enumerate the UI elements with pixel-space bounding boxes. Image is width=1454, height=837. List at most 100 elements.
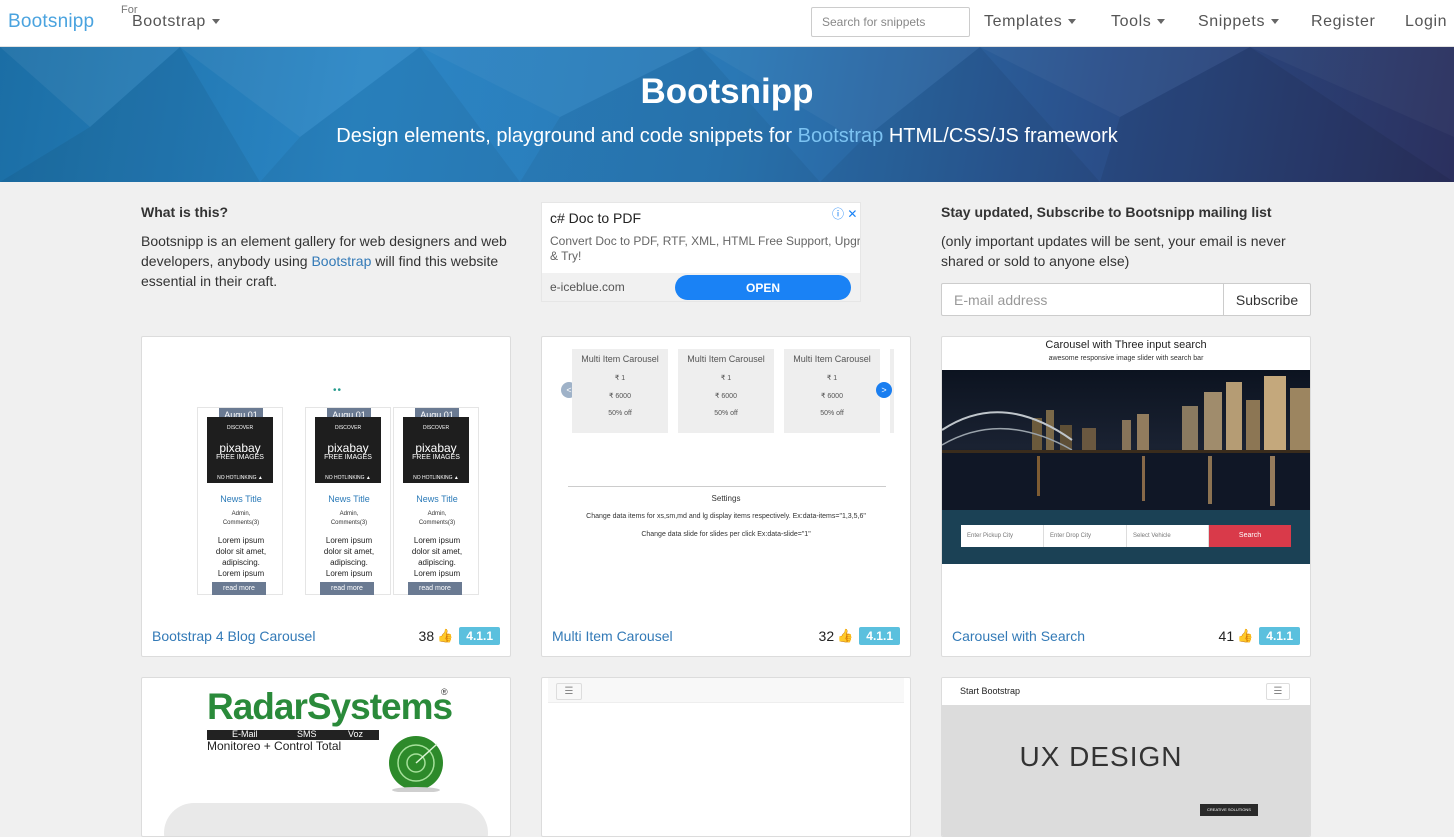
snippet-card-multi-item-carousel[interactable]: < Multi Item Carousel ₹ 1 ₹ 6000 50% off… (541, 336, 911, 657)
card-meta: 32 👍 4.1.1 (819, 627, 900, 645)
blog-meta-comments: Comments(3) (330, 520, 368, 526)
subscribe-title: Stay updated, Subscribe to Bootsnipp mai… (941, 204, 1272, 220)
blog-excerpt: Lorem ipsum dolor sit amet, adipiscing. Lor… (198, 535, 284, 579)
thumbs-up-icon[interactable]: 👍 (837, 628, 853, 644)
ad-domain: e-iceblue.com (550, 280, 625, 294)
about-text: Bootsnipp is an element gallery for web … (141, 231, 516, 291)
search-input[interactable] (811, 7, 970, 37)
snippet-card-blog-carousel[interactable]: •• Augu 01 DISCOVER pixabay FREE IMAGES … (141, 336, 511, 657)
snippets-menu-label: Snippets (1198, 13, 1266, 30)
blog-meta-author: Admin, (231, 511, 251, 517)
carousel-item-price: ₹ 1 (720, 375, 732, 382)
card-title-link[interactable]: Carousel with Search (952, 628, 1085, 644)
blog-image-label: DISCOVER (422, 425, 450, 431)
blog-image: DISCOVER pixabay FREE IMAGES NO HOTLINKI… (403, 417, 469, 483)
radar-logo-registered: ® (441, 687, 448, 697)
blog-image-label: DISCOVER (226, 425, 254, 431)
carousel-item-price: ₹ 6000 (715, 393, 737, 400)
subscribe-text: (only important updates will be sent, yo… (941, 233, 1286, 269)
blog-meta: Admin, Comments(3) (306, 510, 392, 528)
blog-news-title: News Title (220, 494, 262, 504)
blog-image-foot: NO HOTLINKING ▲ (325, 475, 371, 481)
about-bootstrap-link[interactable]: Bootstrap (311, 253, 371, 269)
carousel-item-price: ₹ 1 (826, 375, 838, 382)
settings-text: Change data slide for slides per click E… (641, 531, 811, 538)
blog-excerpt-line: dolor sit amet, (411, 547, 463, 556)
blog-excerpt: Lorem ipsum dolor sit amet, adipiscing. Lor… (306, 535, 392, 579)
blog-post-card: Augu 01 DISCOVER pixabay FREE IMAGES NO … (393, 407, 479, 595)
preview-brand: Start Bootstrap (960, 686, 1021, 696)
blog-excerpt-line: dolor sit amet, (323, 547, 375, 556)
templates-menu[interactable]: Templates (984, 13, 1077, 31)
snippet-card-blank-navbar[interactable]: ☰ (541, 677, 911, 837)
blog-read-more-button: read more (320, 582, 374, 595)
vehicle-select-label: Select Vehicle (1133, 533, 1171, 539)
brand-logo-link[interactable]: Bootsnipp (8, 11, 94, 33)
caret-down-icon (1068, 19, 1077, 25)
card-title-link[interactable]: Multi Item Carousel (552, 628, 673, 644)
card-meta: 41 👍 4.1.1 (1219, 627, 1300, 645)
subscribe-button[interactable]: Subscribe (1223, 283, 1311, 316)
blog-image-sub: FREE IMAGES (412, 454, 460, 461)
blog-meta: Admin, Comments(3) (198, 510, 284, 528)
blog-post-card: Augu 01 DISCOVER pixabay FREE IMAGES NO … (197, 407, 283, 595)
carousel-item-discount: 50% off (820, 410, 844, 417)
radar-tag: E-Mail (232, 729, 258, 739)
ad-info-icon[interactable]: ⓘ (832, 207, 844, 221)
snippet-card-start-bootstrap[interactable]: Start Bootstrap ☰ UX DESIGN CREATIVE SOL… (941, 677, 1311, 837)
card-title-link[interactable]: Bootstrap 4 Blog Carousel (152, 628, 315, 644)
blog-read-more-button: read more (408, 582, 462, 595)
blog-excerpt-line: Lorem ipsum (413, 536, 461, 545)
carousel-item: Multi Item Carousel ₹ 1 ₹ 6000 50% off (572, 349, 668, 433)
hamburger-menu-icon: ☰ (1266, 683, 1290, 700)
ad-text-line2: & Try! (550, 249, 582, 263)
settings-text: Change data items for xs,sm,md and lg di… (586, 513, 866, 520)
preview-title: Carousel with Three input search (1045, 339, 1207, 351)
radar-globe-icon (389, 736, 443, 792)
email-field[interactable] (941, 283, 1224, 316)
city-night-image (942, 370, 1310, 510)
thumbs-up-icon[interactable]: 👍 (1237, 628, 1253, 644)
preview-navbar (548, 678, 904, 703)
bootstrap-menu-label: Bootstrap (132, 13, 206, 30)
hero-bootstrap-link[interactable]: Bootstrap (798, 125, 884, 147)
radar-panel (164, 803, 488, 836)
tools-menu[interactable]: Tools (1111, 13, 1166, 31)
snippets-menu[interactable]: Snippets (1198, 13, 1280, 31)
ad-close-icon[interactable]: ✕ (847, 207, 857, 221)
ad-open-button[interactable]: OPEN (675, 275, 851, 300)
blog-image-foot: NO HOTLINKING ▲ (217, 475, 263, 481)
caret-down-icon (1271, 19, 1280, 25)
blog-meta-comments: Comments(3) (418, 520, 456, 526)
carousel-next-icon: > (876, 382, 892, 398)
ad-banner[interactable]: c# Doc to PDF ⓘ ✕ Convert Doc to PDF, RT… (541, 202, 861, 302)
pickup-city-input: Enter Pickup City (961, 525, 1044, 547)
tools-menu-label: Tools (1111, 13, 1152, 30)
hero-subtitle: Design elements, playground and code sni… (0, 125, 1454, 148)
login-link[interactable]: Login (1405, 13, 1447, 31)
hero-background-pattern (0, 47, 1454, 182)
preview-headline: UX DESIGN (1019, 741, 1183, 772)
about-title: What is this? (141, 204, 229, 220)
blog-meta: Admin, Comments(3) (394, 510, 480, 528)
blog-meta-author: Admin, (427, 511, 447, 517)
carousel-indicator-icon: •• (333, 385, 343, 396)
radar-logo-text: RadarSystems (207, 686, 453, 727)
hero-subtitle-after: HTML/CSS/JS framework (883, 125, 1118, 147)
blog-news-title: News Title (328, 494, 370, 504)
register-link[interactable]: Register (1311, 13, 1375, 31)
blog-excerpt-line: Lorem ipsum (325, 536, 373, 545)
snippet-card-carousel-search[interactable]: Carousel with Three input search awesome… (941, 336, 1311, 657)
like-count: 38 (418, 628, 435, 644)
carousel-item-price: ₹ 1 (614, 375, 626, 382)
hero-banner: Bootsnipp Design elements, playground an… (0, 47, 1454, 182)
caret-down-icon (1157, 19, 1166, 25)
thumbs-up-icon[interactable]: 👍 (437, 628, 453, 644)
preview-search-button: Search (1209, 525, 1291, 547)
blog-image-sub: FREE IMAGES (324, 454, 372, 461)
snippet-card-radar-systems[interactable]: RadarSystems ® E-Mail SMS Voz Monitoreo … (141, 677, 511, 837)
like-count: 41 (1218, 628, 1235, 644)
preview-subtitle: awesome responsive image slider with sea… (1048, 355, 1204, 362)
card-meta: 38 👍 4.1.1 (419, 627, 500, 645)
bootstrap-menu[interactable]: Bootstrap (132, 13, 220, 31)
